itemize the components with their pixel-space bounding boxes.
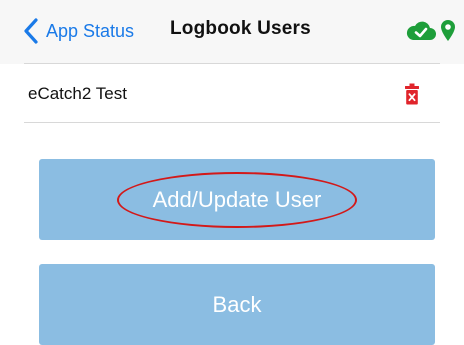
list-item: eCatch2 Test [0, 64, 464, 123]
page-title: Logbook Users [170, 18, 311, 39]
back-button[interactable]: Back [39, 264, 435, 345]
cloud-check-icon [406, 21, 436, 40]
add-update-user-button[interactable]: Add/Update User [39, 159, 435, 240]
status-indicators [405, 19, 456, 43]
navigation-bar: App Status Logbook Users [0, 0, 464, 64]
chevron-left-icon [24, 18, 38, 44]
trash-icon[interactable] [405, 83, 419, 105]
screen: App Status Logbook Users eCatch2 Test Ad… [0, 0, 464, 345]
back-link-label: App Status [46, 20, 135, 41]
back-button-label: Back [212, 291, 262, 317]
add-update-user-label: Add/Update User [152, 186, 322, 212]
user-name: eCatch2 Test [28, 84, 127, 103]
row-divider [24, 122, 440, 123]
back-to-app-status-link[interactable]: App Status [22, 16, 134, 46]
location-pin-icon [441, 20, 455, 41]
